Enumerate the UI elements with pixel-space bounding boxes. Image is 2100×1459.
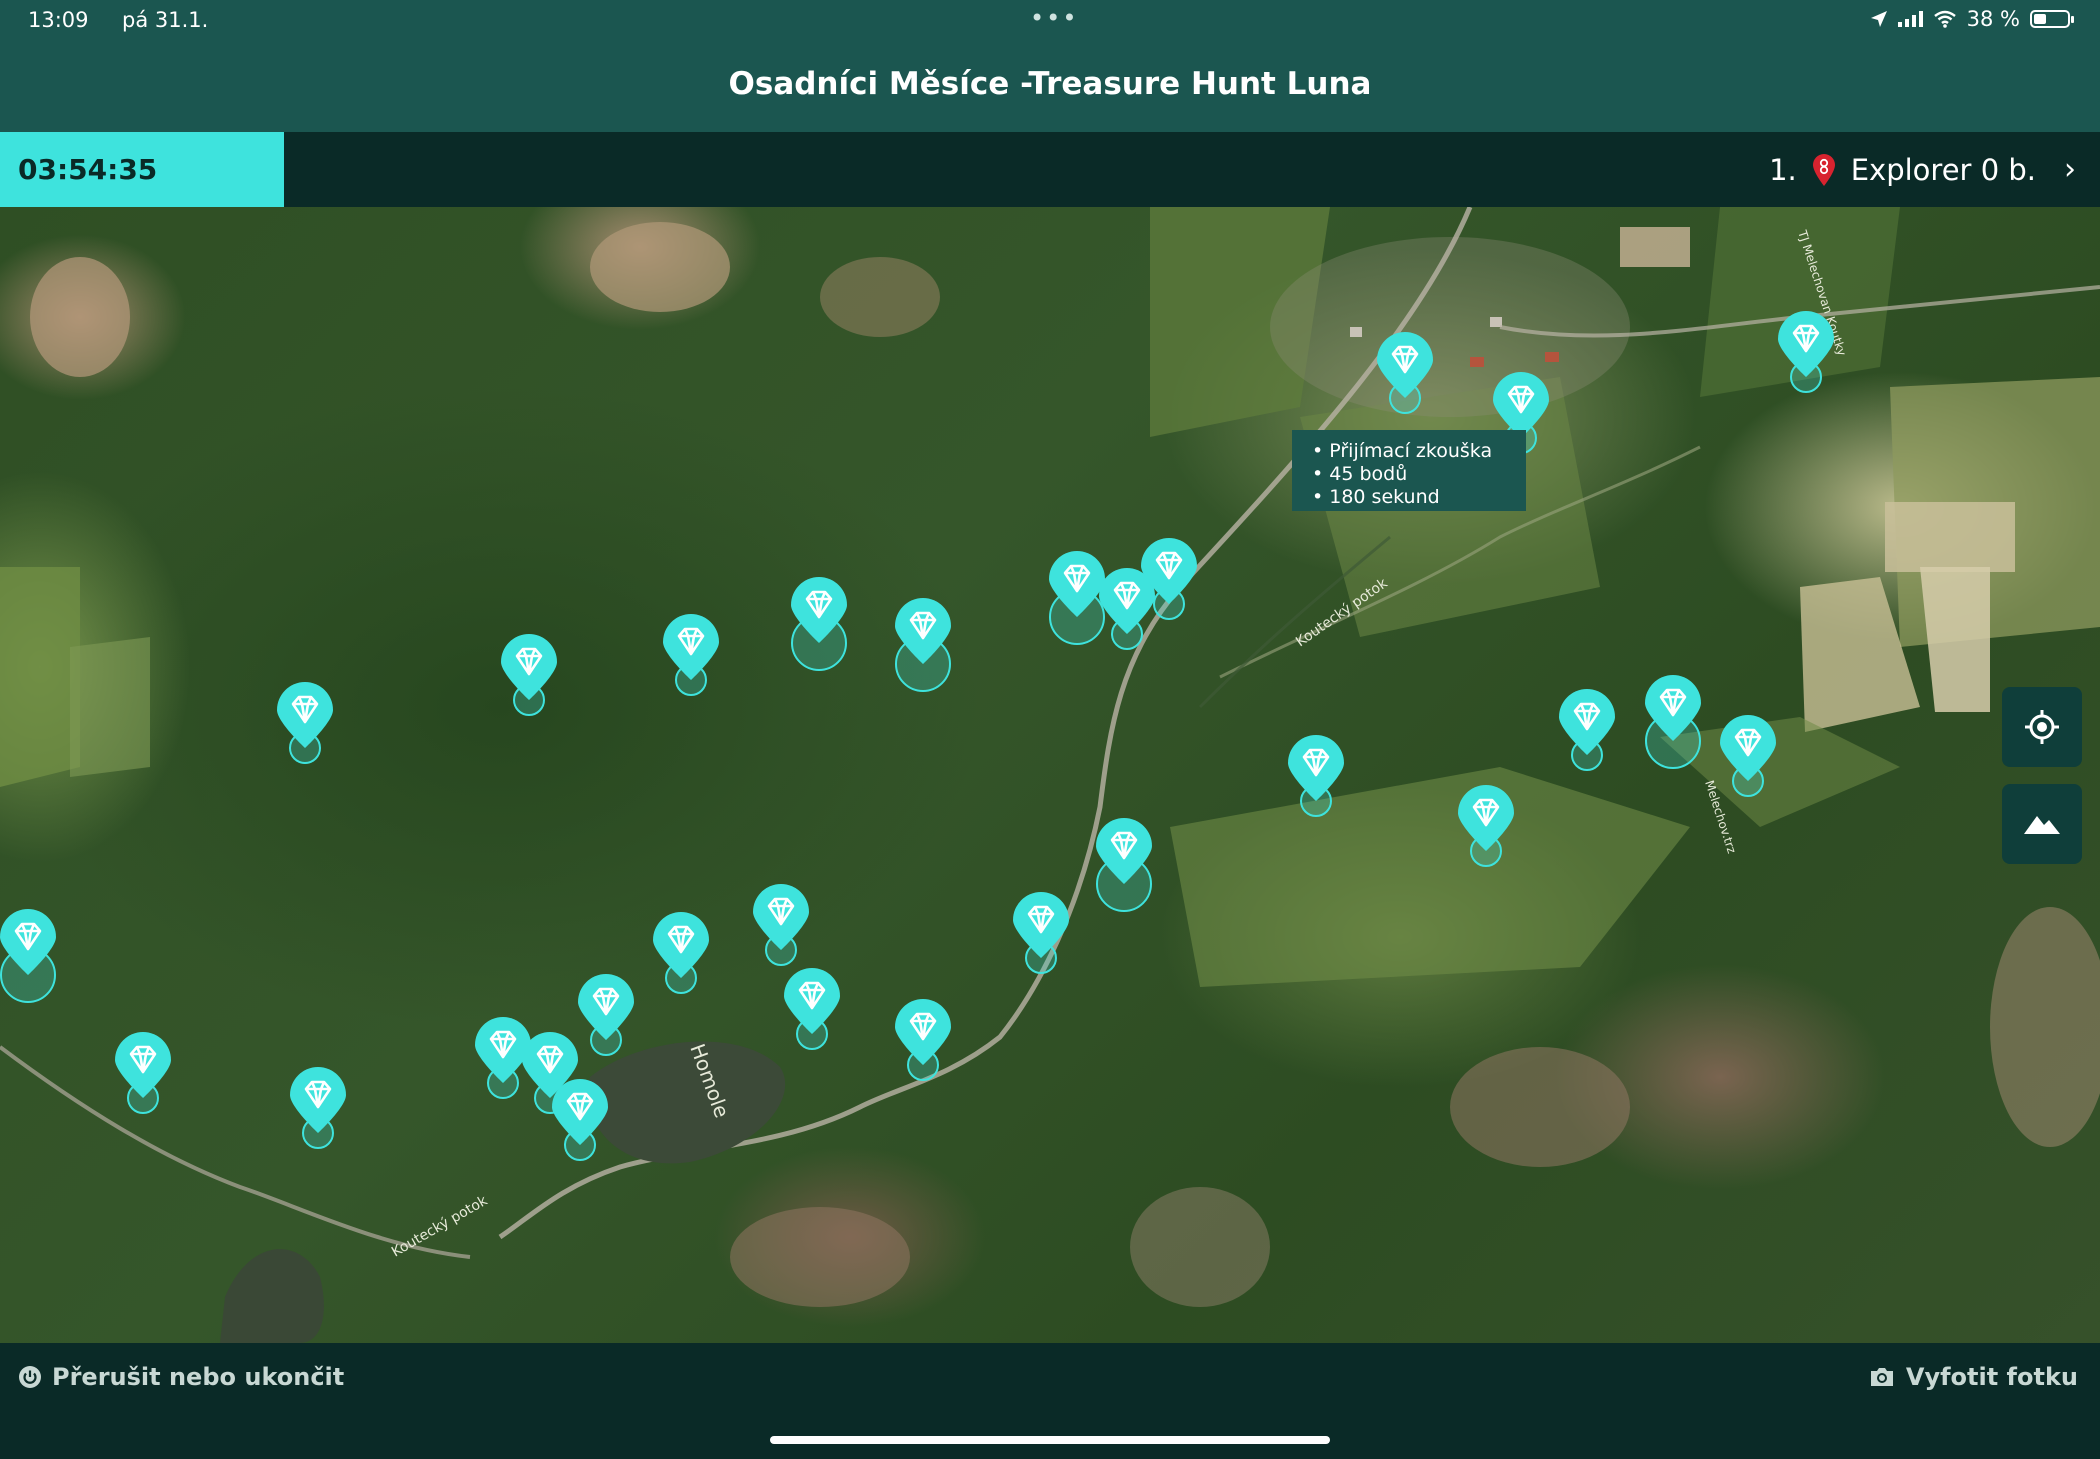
- status-time: 13:09: [28, 8, 89, 32]
- battery-percent: 38 %: [1966, 7, 2020, 31]
- treasure-marker[interactable]: [549, 1079, 611, 1179]
- diamond-pin-icon: [501, 634, 557, 716]
- diamond-pin-icon: [1645, 675, 1701, 769]
- power-icon: [19, 1366, 41, 1388]
- checkpoint-callout[interactable]: • Přijímací zkouška • 45 bodů • 180 seku…: [1292, 430, 1526, 511]
- chevron-right-icon: ›: [2064, 152, 2076, 187]
- treasure-marker[interactable]: [1285, 735, 1347, 835]
- diamond-pin-icon: [290, 1067, 346, 1149]
- treasure-marker[interactable]: [781, 968, 843, 1068]
- treasure-marker[interactable]: [1093, 818, 1155, 918]
- home-indicator[interactable]: [770, 1436, 1330, 1444]
- diamond-pin-icon: [784, 968, 840, 1050]
- wifi-icon: [1933, 10, 1956, 28]
- treasure-marker[interactable]: [892, 999, 954, 1099]
- diamond-pin-icon: [1096, 818, 1152, 912]
- callout-line: • 45 bodů: [1312, 463, 1408, 485]
- diamond-pin-icon: [791, 577, 847, 671]
- callout-line: • 180 sekund: [1312, 486, 1440, 508]
- treasure-marker[interactable]: [1455, 785, 1517, 885]
- diamond-pin-icon: [1377, 332, 1433, 414]
- treasure-marker[interactable]: [498, 634, 560, 734]
- photo-label: Vyfotit fotku: [1905, 1363, 2078, 1391]
- treasure-marker[interactable]: [650, 912, 712, 1012]
- diamond-pin-icon: [1720, 715, 1776, 797]
- treasure-marker[interactable]: [575, 974, 637, 1074]
- location-arrow-icon: [1870, 11, 1887, 27]
- satellite-map[interactable]: Koutecký potok Homole Koutecký potok TJ …: [0, 207, 2100, 1343]
- diamond-pin-icon: [578, 974, 634, 1056]
- take-photo-button[interactable]: Vyfotit fotku: [1868, 1363, 2078, 1391]
- player-name-score: Explorer 0 b.: [1850, 152, 2036, 187]
- diamond-pin-icon: [1458, 785, 1514, 867]
- quit-button[interactable]: Přerušit nebo ukončit: [18, 1363, 344, 1391]
- treasure-marker[interactable]: [1138, 538, 1200, 638]
- multitasking-dots[interactable]: •••: [1030, 4, 1078, 32]
- countdown-timer: 03:54:35: [0, 132, 284, 207]
- diamond-pin-icon: [1141, 538, 1197, 620]
- treasure-marker[interactable]: [788, 577, 850, 677]
- mountain-icon: [2024, 816, 2060, 834]
- cellular-signal-icon: [1897, 11, 1923, 27]
- locate-me-button[interactable]: [2002, 687, 2082, 767]
- treasure-marker[interactable]: [1775, 311, 1837, 411]
- diamond-pin-icon: [653, 912, 709, 994]
- status-indicators: 38 %: [1870, 7, 2074, 31]
- diamond-pin-icon: [663, 614, 719, 696]
- treasure-marker[interactable]: [660, 614, 722, 714]
- treasure-marker[interactable]: [1010, 892, 1072, 992]
- treasure-marker[interactable]: [1556, 689, 1618, 789]
- status-date: pá 31.1.: [122, 8, 209, 32]
- treasure-marker[interactable]: [112, 1032, 174, 1132]
- map-type-button[interactable]: [2002, 784, 2082, 864]
- treasure-marker[interactable]: [287, 1067, 349, 1167]
- diamond-pin-icon: [277, 682, 333, 764]
- player-rank: 1.: [1769, 152, 1797, 187]
- player-marker-icon: [1812, 153, 1835, 186]
- status-bar: 13:09 pá 31.1. ••• 38 %: [0, 0, 2100, 46]
- camera-icon: [1870, 1368, 1893, 1386]
- locate-icon: [2025, 710, 2059, 744]
- treasure-marker[interactable]: [1374, 332, 1436, 432]
- treasure-marker[interactable]: [1642, 675, 1704, 775]
- battery-icon: [2030, 10, 2074, 28]
- diamond-pin-icon: [552, 1079, 608, 1161]
- diamond-pin-icon: [115, 1032, 171, 1114]
- diamond-pin-icon: [895, 598, 951, 692]
- diamond-pin-icon: [753, 884, 809, 966]
- treasure-marker[interactable]: [274, 682, 336, 782]
- game-info-bar: 03:54:35 1. Explorer 0 b. ›: [0, 132, 2100, 207]
- diamond-pin-icon: [1778, 311, 1834, 393]
- callout-line: • Přijímací zkouška: [1312, 440, 1493, 462]
- diamond-pin-icon: [1559, 689, 1615, 771]
- diamond-pin-icon: [1013, 892, 1069, 974]
- treasure-marker[interactable]: [0, 909, 59, 1009]
- diamond-pin-icon: [0, 909, 56, 1003]
- diamond-pin-icon: [895, 999, 951, 1081]
- leaderboard-button[interactable]: 1. Explorer 0 b. ›: [1769, 132, 2076, 207]
- treasure-marker[interactable]: [892, 598, 954, 698]
- quit-label: Přerušit nebo ukončit: [52, 1363, 345, 1391]
- treasure-marker[interactable]: [1717, 715, 1779, 815]
- bottom-toolbar: Přerušit nebo ukončit Vyfotit fotku: [0, 1343, 2100, 1459]
- diamond-pin-icon: [1288, 735, 1344, 817]
- app-header: Osadníci Měsíce -Treasure Hunt Luna: [0, 46, 2100, 132]
- page-title: Osadníci Měsíce -Treasure Hunt Luna: [728, 66, 1372, 102]
- svg-text:Koutecký potok: Koutecký potok: [389, 1192, 491, 1260]
